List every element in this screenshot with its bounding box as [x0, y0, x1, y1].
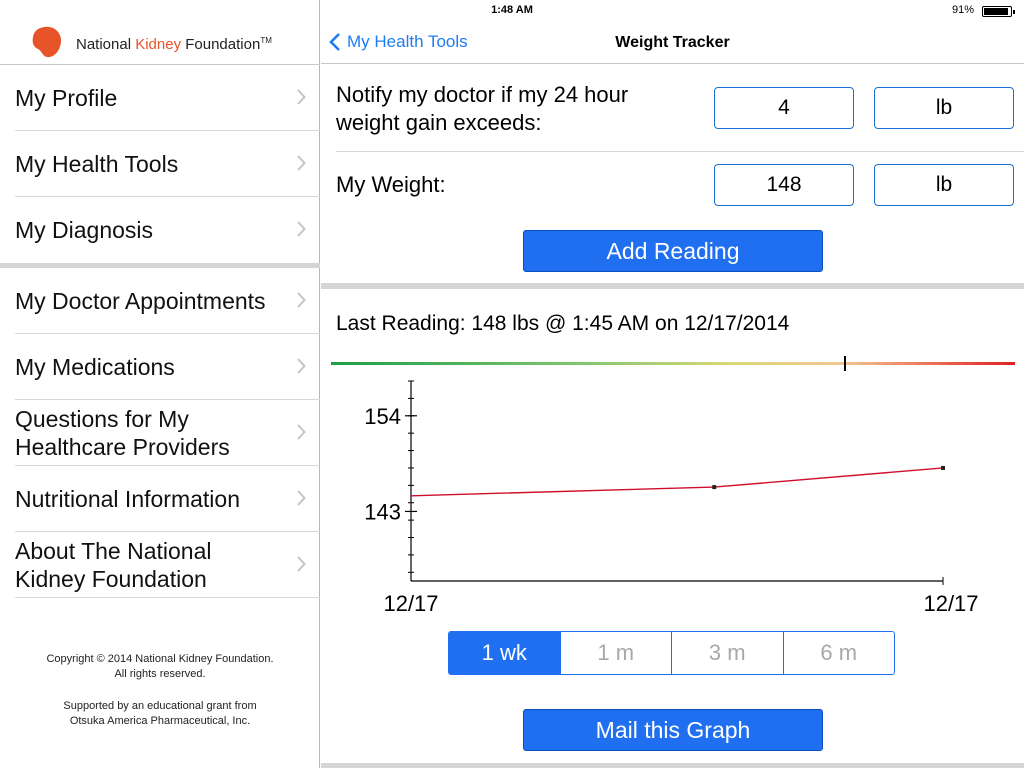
bottom-divider — [321, 763, 1024, 768]
notify-threshold-row: Notify my doctor if my 24 hour weight ga… — [336, 64, 1024, 152]
copyright-text: Copyright © 2014 National Kidney Foundat… — [46, 653, 274, 680]
x-tick-label: 12/17 — [383, 591, 438, 615]
sidebar-menu: My Profile My Health Tools My Diagnosis … — [0, 65, 320, 598]
chevron-right-icon — [297, 221, 306, 242]
notify-threshold-label: Notify my doctor if my 24 hour weight ga… — [336, 82, 629, 135]
mail-graph-button[interactable]: Mail this Graph — [523, 709, 823, 751]
my-weight-label: My Weight: — [336, 172, 446, 197]
brand-logo: National Kidney FoundationTM — [30, 26, 272, 62]
range-segmented-control[interactable]: 1 wk 1 m3 m6 m — [448, 631, 895, 675]
weight-gain-gradient-bar — [331, 362, 1015, 365]
weight-unit-selector[interactable]: lb — [874, 164, 1014, 206]
gradient-marker — [844, 356, 846, 371]
sidebar-item-my-diagnosis[interactable]: My Diagnosis — [15, 197, 320, 263]
data-point — [941, 465, 945, 470]
chevron-right-icon — [297, 424, 306, 445]
section-divider — [321, 283, 1024, 289]
page-title: Weight Tracker — [615, 34, 730, 51]
series-line — [410, 467, 944, 497]
weight-input[interactable]: 148 — [714, 164, 854, 206]
sidebar-item-nutritional-information[interactable]: Nutritional Information — [15, 466, 320, 532]
grant-text: Supported by an educational grant from O… — [63, 700, 257, 727]
sidebar-item-label: My Medications — [15, 353, 175, 380]
range-tab-3[interactable]: 6 m — [782, 632, 895, 674]
chevron-right-icon — [297, 358, 306, 379]
y-tick-label: 154 — [364, 404, 401, 429]
sidebar-item-label: My Doctor Appointments — [15, 287, 266, 314]
sidebar: National Kidney FoundationTM My Profile … — [0, 0, 320, 768]
threshold-unit-selector[interactable]: lb — [874, 87, 1014, 129]
chevron-right-icon — [297, 155, 306, 176]
sidebar-item-my-doctor-appointments[interactable]: My Doctor Appointments — [15, 268, 320, 334]
sidebar-item-label: Nutritional Information — [15, 485, 240, 512]
chevron-right-icon — [297, 490, 306, 511]
sidebar-item-questions-for-providers[interactable]: Questions for My Healthcare Providers — [15, 400, 320, 466]
data-point — [712, 485, 717, 490]
chevron-right-icon — [297, 556, 306, 577]
chevron-right-icon — [297, 292, 306, 313]
navigation-bar: My Health Tools Weight Tracker — [321, 22, 1024, 64]
sidebar-item-label: My Health Tools — [15, 150, 179, 177]
weight-chart: 154 143 12/17 12/17 — [364, 380, 979, 615]
range-tab-1[interactable]: 1 m — [559, 632, 672, 674]
sidebar-item-my-medications[interactable]: My Medications — [15, 334, 320, 400]
sidebar-item-label: Questions for My Healthcare Providers — [15, 405, 230, 460]
sidebar-item-label: My Diagnosis — [15, 217, 154, 243]
main-pane: My Health Tools Weight Tracker Notify my… — [321, 0, 1024, 768]
kidney-logo-icon — [30, 25, 66, 64]
chevron-right-icon — [297, 89, 306, 110]
y-tick-label: 143 — [364, 499, 401, 524]
x-tick-label: 12/17 — [923, 591, 978, 615]
sidebar-item-label: My Profile — [15, 84, 118, 111]
sidebar-item-label: About The National Kidney Foundation — [15, 537, 212, 592]
weight-gain-threshold-input[interactable]: 4 — [714, 87, 854, 129]
brand-name: National Kidney FoundationTM — [76, 35, 272, 53]
sidebar-item-about-nkf[interactable]: About The National Kidney Foundation — [15, 532, 320, 598]
range-tab-2[interactable]: 3 m — [671, 632, 783, 674]
add-reading-button[interactable]: Add Reading — [523, 230, 823, 272]
last-reading-text: Last Reading: 148 lbs @ 1:45 AM on 12/17… — [336, 312, 790, 335]
range-tab-0[interactable]: 1 wk — [449, 632, 560, 674]
sidebar-item-my-profile[interactable]: My Profile — [15, 65, 320, 131]
sidebar-item-my-health-tools[interactable]: My Health Tools — [15, 131, 320, 197]
